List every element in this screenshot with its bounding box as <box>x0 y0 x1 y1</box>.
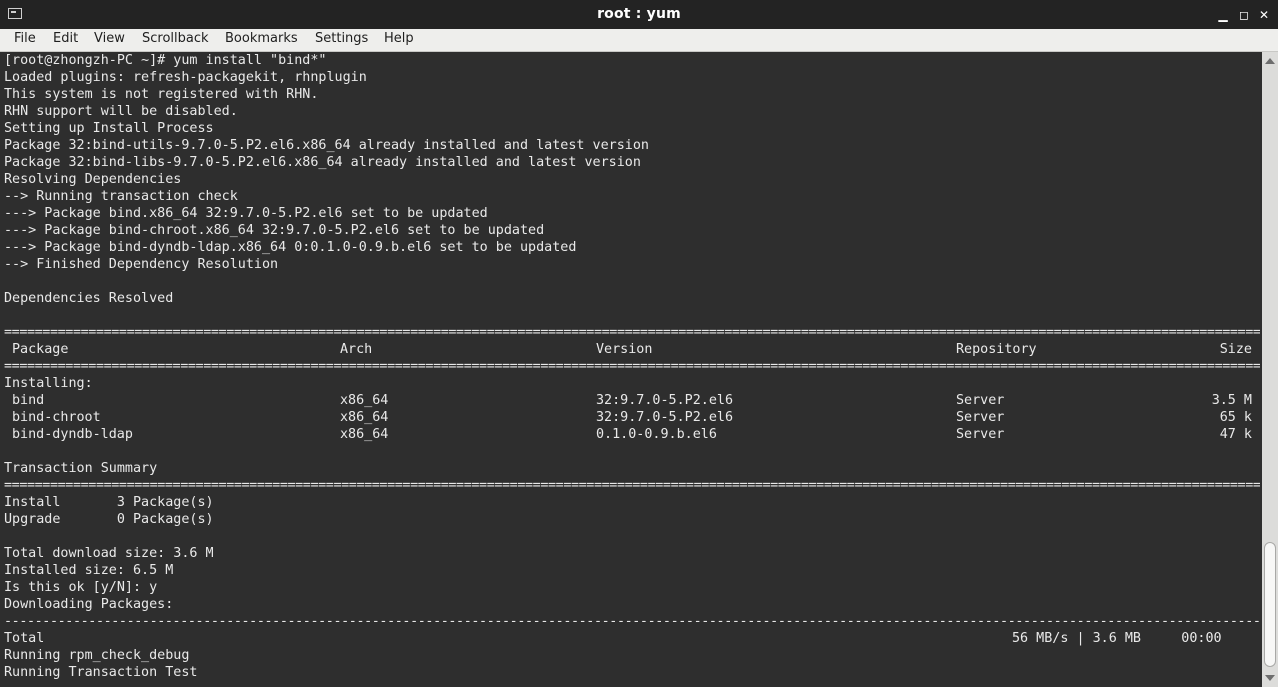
terminal-window: root : yum ▁ ◻ ✕ File Edit View Scrollba… <box>0 0 1278 687</box>
menu-file[interactable]: File <box>14 31 36 46</box>
output-line: Total download size: 3.6 M <box>4 546 214 561</box>
package-size: 47 k <box>1219 427 1252 442</box>
output-line: Installed size: 6.5 M <box>4 563 174 578</box>
package-name: bind-chroot <box>12 410 101 425</box>
output-line: Package 32:bind-utils-9.7.0-5.P2.el6.x86… <box>4 138 649 153</box>
total-label: Total <box>4 631 45 646</box>
package-arch: x86_64 <box>340 393 389 408</box>
menu-help[interactable]: Help <box>384 31 414 46</box>
package-arch: x86_64 <box>340 410 389 425</box>
package-arch: x86_64 <box>340 427 389 442</box>
output-line: --> Running transaction check <box>4 189 238 204</box>
close-icon[interactable]: ✕ <box>1255 6 1273 24</box>
package-version: 0.1.0-0.9.b.el6 <box>596 427 717 442</box>
separator-rule: ========================================… <box>4 359 1260 374</box>
output-line: Loaded plugins: refresh-packagekit, rhnp… <box>4 70 367 85</box>
output-line: RHN support will be disabled. <box>4 104 238 119</box>
output-line: ---> Package bind-chroot.x86_64 32:9.7.0… <box>4 223 545 238</box>
output-line: Downloading Packages: <box>4 597 174 612</box>
output-line: Package 32:bind-libs-9.7.0-5.P2.el6.x86_… <box>4 155 641 170</box>
header-package: Package <box>12 342 69 357</box>
menu-edit[interactable]: Edit <box>53 31 78 46</box>
output-line: Resolving Dependencies <box>4 172 182 187</box>
separator-rule: ========================================… <box>4 325 1260 340</box>
output-line: Dependencies Resolved <box>4 291 174 306</box>
output-line: ---> Package bind.x86_64 32:9.7.0-5.P2.e… <box>4 206 488 221</box>
output-line: Running Transaction Test <box>4 665 198 680</box>
package-size: 65 k <box>1219 410 1252 425</box>
title-bar[interactable]: root : yum ▁ ◻ ✕ <box>0 0 1278 29</box>
output-line: Running rpm_check_debug <box>4 648 190 663</box>
package-version: 32:9.7.0-5.P2.el6 <box>596 410 734 425</box>
menu-settings[interactable]: Settings <box>315 31 368 46</box>
scroll-down-arrow-icon[interactable] <box>1265 675 1275 681</box>
separator-rule: ----------------------------------------… <box>4 614 1260 629</box>
separator-rule: ========================================… <box>4 478 1260 493</box>
minimize-icon[interactable]: ▁ <box>1214 6 1232 24</box>
package-repo: Server <box>956 393 1005 408</box>
summary-line: Install 3 Package(s) <box>4 495 214 510</box>
output-line: --> Finished Dependency Resolution <box>4 257 279 272</box>
menu-bookmarks[interactable]: Bookmarks <box>225 31 298 46</box>
menu-scrollback[interactable]: Scrollback <box>142 31 209 46</box>
window-title: root : yum <box>597 6 681 22</box>
vertical-scrollbar[interactable] <box>1262 52 1278 687</box>
package-size: 3.5 M <box>1211 393 1252 408</box>
transaction-summary-heading: Transaction Summary <box>4 461 158 476</box>
output-line: [root@zhongzh-PC ~]# yum install "bind*" <box>4 53 327 68</box>
menu-bar: File Edit View Scrollback Bookmarks Sett… <box>0 29 1278 52</box>
output-line: This system is not registered with RHN. <box>4 87 319 102</box>
menu-view[interactable]: View <box>94 31 125 46</box>
header-version: Version <box>596 342 653 357</box>
header-repository: Repository <box>956 342 1037 357</box>
header-arch: Arch <box>340 342 373 357</box>
output-line: ---> Package bind-dyndb-ldap.x86_64 0:0.… <box>4 240 577 255</box>
terminal-output[interactable]: [root@zhongzh-PC ~]# yum install "bind*"… <box>0 52 1262 687</box>
header-size: Size <box>1219 342 1252 357</box>
installing-label: Installing: <box>4 376 93 391</box>
scrollbar-thumb[interactable] <box>1264 542 1276 667</box>
package-repo: Server <box>956 410 1005 425</box>
output-line: Setting up Install Process <box>4 121 214 136</box>
package-name: bind-dyndb-ldap <box>12 427 133 442</box>
package-repo: Server <box>956 427 1005 442</box>
output-line: Is this ok [y/N]: y <box>4 580 158 595</box>
package-name: bind <box>12 393 45 408</box>
total-stats: 56 MB/s | 3.6 MB 00:00 <box>1012 631 1222 646</box>
package-version: 32:9.7.0-5.P2.el6 <box>596 393 734 408</box>
summary-line: Upgrade 0 Package(s) <box>4 512 214 527</box>
scroll-up-arrow-icon[interactable] <box>1265 58 1275 64</box>
maximize-icon[interactable]: ◻ <box>1235 6 1253 24</box>
